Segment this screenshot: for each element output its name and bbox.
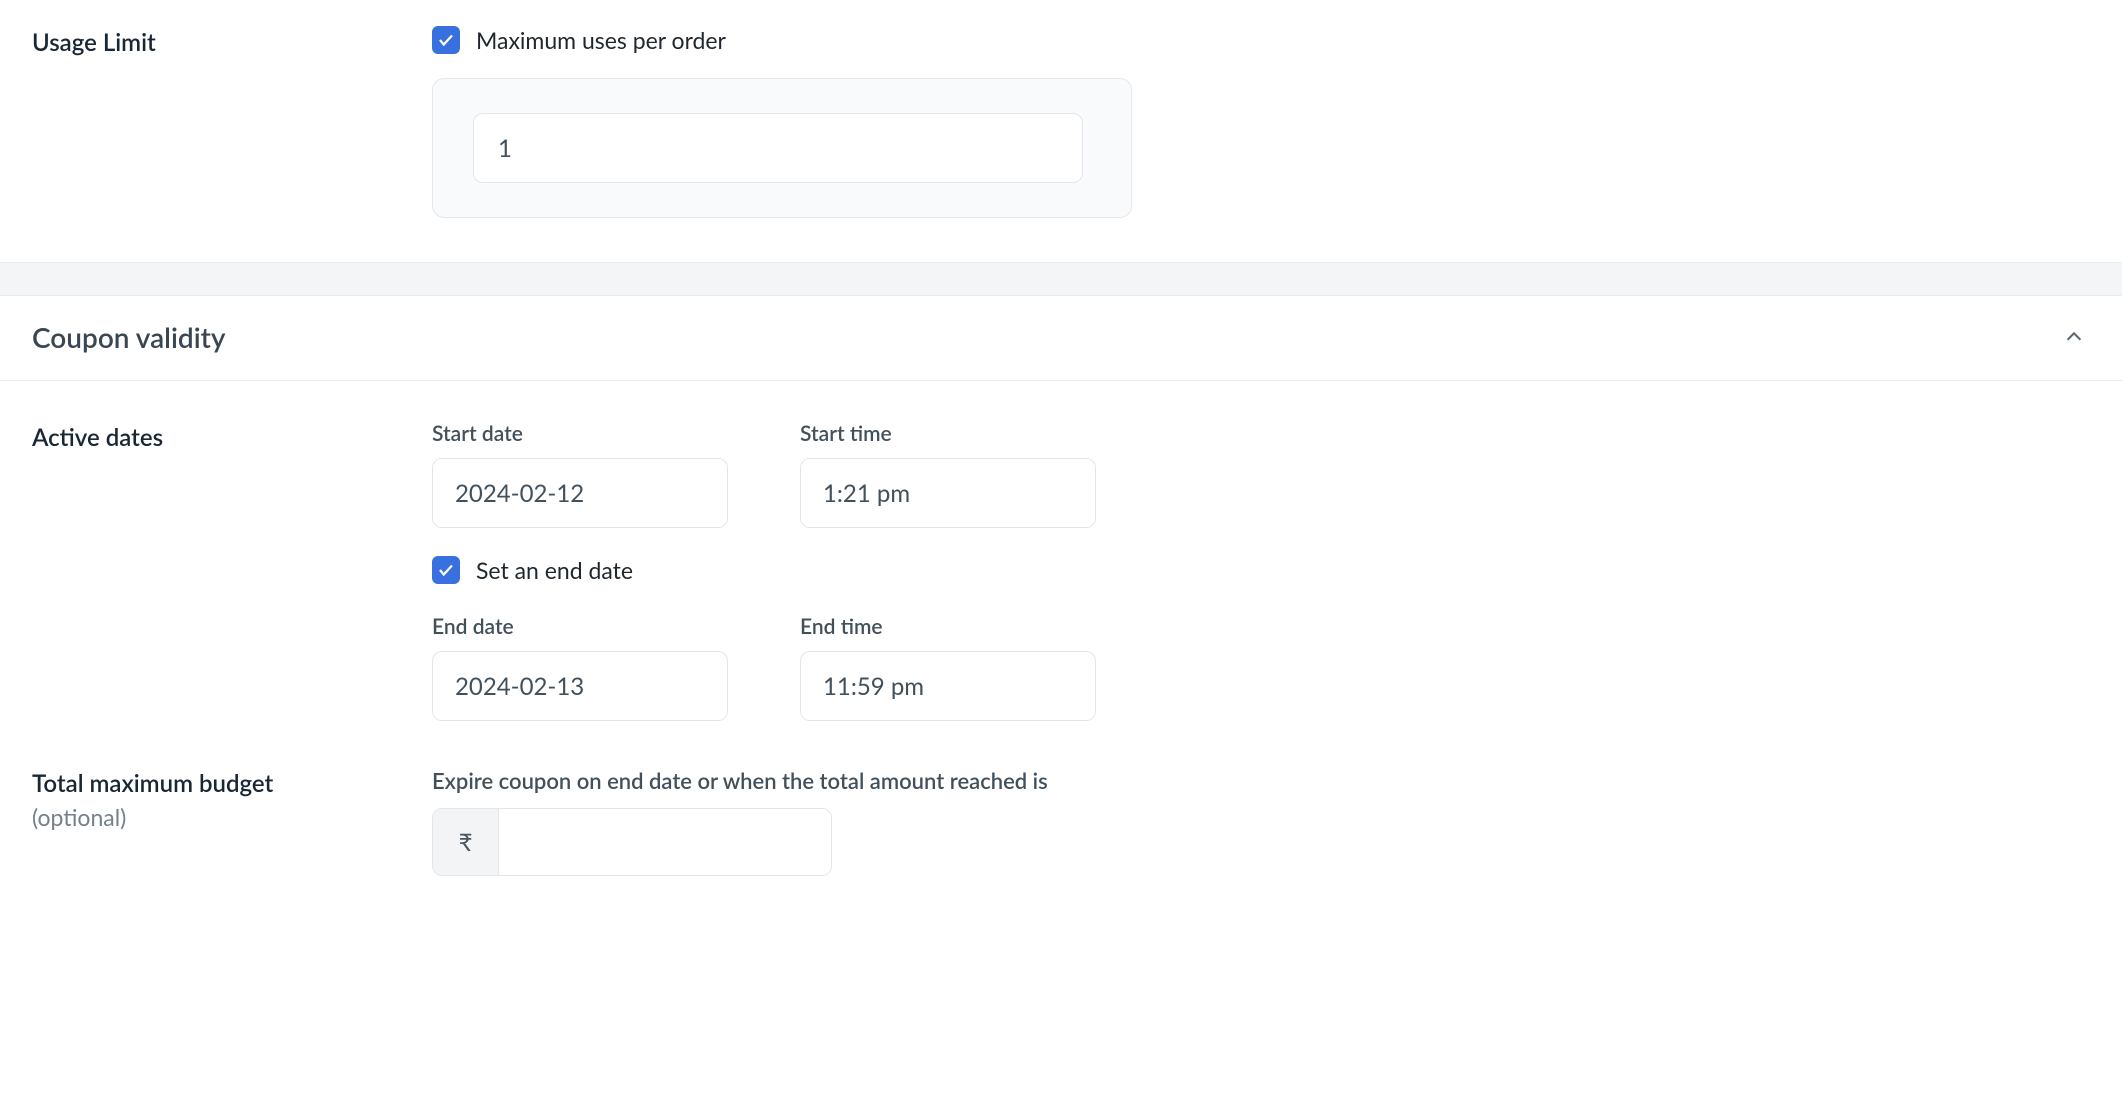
start-date-input[interactable] [433,459,728,527]
active-dates-label: Active dates [32,421,432,455]
budget-description: Expire coupon on end date or when the to… [432,767,2090,794]
start-time-label: Start time [800,421,1096,446]
budget-optional: (optional) [32,801,432,833]
check-icon [437,561,455,579]
usage-limit-label: Usage Limit [32,26,432,60]
end-time-field [800,651,1096,721]
budget-label: Total maximum budget [32,767,432,801]
section-divider [0,262,2122,296]
end-time-label: End time [800,614,1096,639]
set-end-date-checkbox[interactable] [432,556,460,584]
max-uses-input-container [432,78,1132,218]
start-time-field [800,458,1096,528]
end-date-input[interactable] [433,652,728,720]
coupon-validity-header[interactable]: Coupon validity [0,296,2122,381]
active-dates-section: Active dates Start date [0,381,2122,906]
check-icon [437,31,455,49]
set-end-date-label: Set an end date [476,556,633,584]
max-uses-label: Maximum uses per order [476,26,726,54]
end-date-label: End date [432,614,728,639]
usage-limit-section: Usage Limit Maximum uses per order [0,0,2122,262]
end-time-input[interactable] [801,652,1096,720]
start-time-input[interactable] [801,459,1096,527]
currency-symbol: ₹ [433,809,499,875]
budget-input[interactable] [499,809,831,875]
end-date-field [432,651,728,721]
start-date-label: Start date [432,421,728,446]
budget-field: ₹ [432,808,832,876]
max-uses-input[interactable] [473,113,1083,183]
max-uses-checkbox[interactable] [432,26,460,54]
chevron-up-icon [2058,321,2090,353]
coupon-validity-title: Coupon validity [32,320,225,354]
start-date-field [432,458,728,528]
